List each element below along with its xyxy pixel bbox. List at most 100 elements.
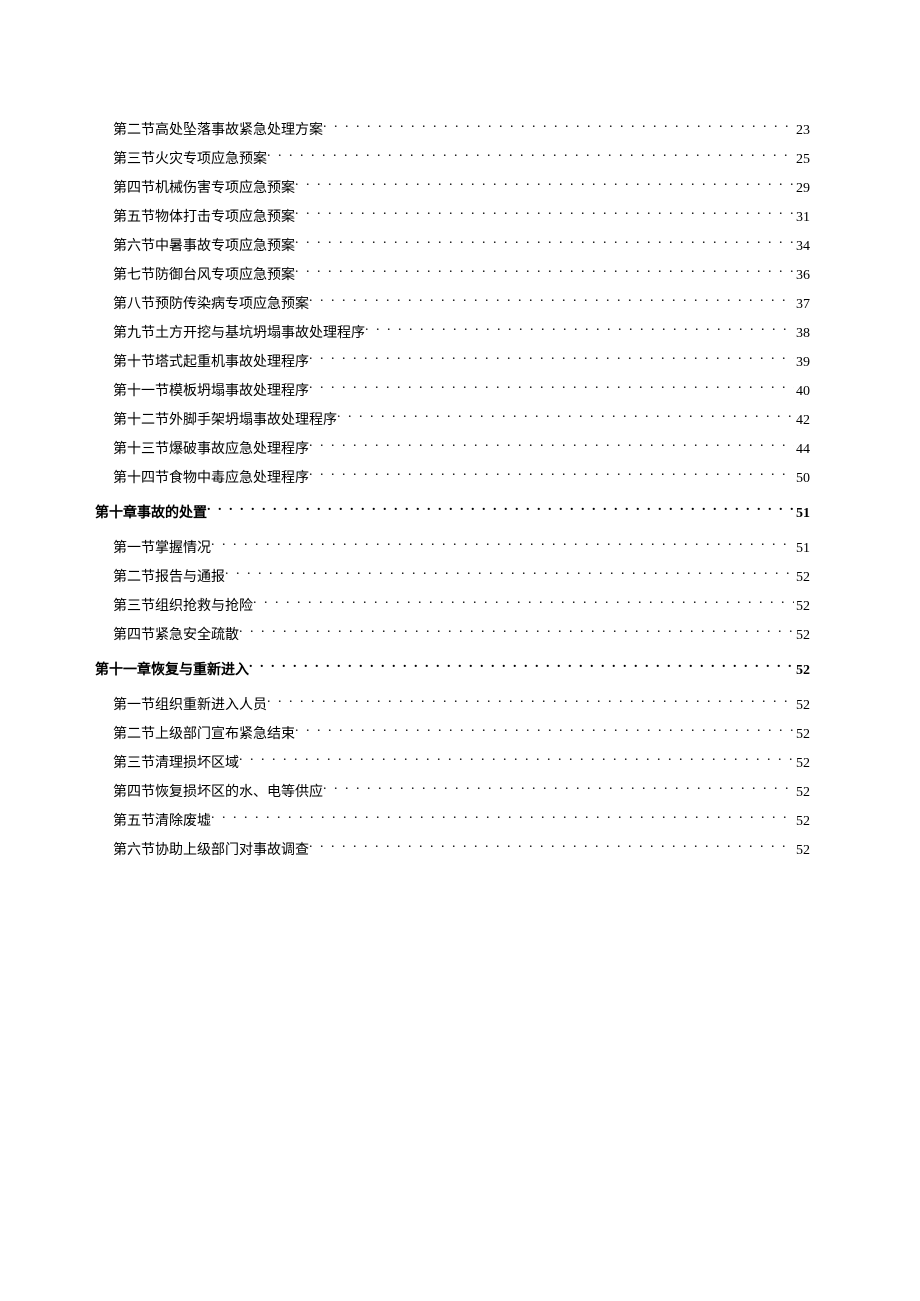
toc-entry-page: 44 [794, 439, 810, 460]
toc-entry-title: 第十一章恢复与重新进入 [95, 660, 249, 681]
document-page: 第二节高处坠落事故紧急处理方案 23 第三节火灾专项应急预案 25 第四节机械伤害专项应… [0, 0, 920, 861]
toc-entry-title: 第九节土方开挖与基坑坍塌事故处理程序 [113, 323, 365, 344]
toc-section-entry: 第四节机械伤害专项应急预案 29 [95, 178, 810, 199]
toc-section-entry: 第二节报告与通报 52 [95, 567, 810, 588]
toc-leader-dots [295, 724, 794, 738]
toc-section-entry: 第九节土方开挖与基坑坍塌事故处理程序 38 [95, 323, 810, 344]
toc-entry-title: 第五节清除废墟 [113, 811, 211, 832]
toc-entry-page: 38 [794, 323, 810, 344]
toc-section-entry: 第十一节模板坍塌事故处理程序 40 [95, 381, 810, 402]
toc-entry-page: 31 [794, 207, 810, 228]
toc-entry-page: 52 [794, 840, 810, 861]
toc-entry-title: 第六节中暑事故专项应急预案 [113, 236, 295, 257]
toc-leader-dots [267, 149, 794, 163]
toc-section-entry: 第二节高处坠落事故紧急处理方案 23 [95, 120, 810, 141]
toc-leader-dots [365, 323, 794, 337]
toc-entry-title: 第二节高处坠落事故紧急处理方案 [113, 120, 323, 141]
toc-entry-page: 50 [794, 468, 810, 489]
toc-leader-dots [309, 294, 794, 308]
toc-entry-page: 25 [794, 149, 810, 170]
toc-entry-title: 第八节预防传染病专项应急预案 [113, 294, 309, 315]
toc-leader-dots [323, 782, 794, 796]
toc-section-entry: 第八节预防传染病专项应急预案 37 [95, 294, 810, 315]
toc-entry-title: 第十章事故的处置 [95, 503, 207, 524]
toc-entry-title: 第十二节外脚手架坍塌事故处理程序 [113, 410, 337, 431]
toc-leader-dots [295, 265, 794, 279]
table-of-contents: 第二节高处坠落事故紧急处理方案 23 第三节火灾专项应急预案 25 第四节机械伤害专项应… [95, 120, 810, 861]
toc-leader-dots [239, 625, 794, 639]
toc-section-entry: 第七节防御台风专项应急预案 36 [95, 265, 810, 286]
toc-entry-page: 37 [794, 294, 810, 315]
toc-entry-page: 52 [794, 782, 810, 803]
toc-section-entry: 第三节清理损坏区域 52 [95, 753, 810, 774]
toc-section-entry: 第十四节食物中毒应急处理程序 50 [95, 468, 810, 489]
toc-entry-title: 第四节恢复损坏区的水、电等供应 [113, 782, 323, 803]
toc-entry-page: 52 [794, 596, 810, 617]
toc-entry-title: 第十一节模板坍塌事故处理程序 [113, 381, 309, 402]
toc-entry-title: 第二节报告与通报 [113, 567, 225, 588]
toc-leader-dots [207, 503, 794, 517]
toc-entry-title: 第四节紧急安全疏散 [113, 625, 239, 646]
toc-entry-page: 51 [794, 503, 810, 524]
toc-section-entry: 第一节掌握情况 51 [95, 538, 810, 559]
toc-entry-title: 第一节掌握情况 [113, 538, 211, 559]
toc-entry-title: 第十四节食物中毒应急处理程序 [113, 468, 309, 489]
toc-leader-dots [211, 811, 794, 825]
toc-entry-page: 52 [794, 660, 810, 681]
toc-entry-title: 第三节火灾专项应急预案 [113, 149, 267, 170]
toc-leader-dots [309, 352, 794, 366]
toc-entry-title: 第四节机械伤害专项应急预案 [113, 178, 295, 199]
toc-entry-page: 34 [794, 236, 810, 257]
toc-entry-title: 第二节上级部门宣布紧急结束 [113, 724, 295, 745]
toc-leader-dots [309, 840, 794, 854]
toc-entry-page: 52 [794, 567, 810, 588]
toc-section-entry: 第十节塔式起重机事故处理程序 39 [95, 352, 810, 373]
toc-entry-page: 51 [794, 538, 810, 559]
toc-section-entry: 第十二节外脚手架坍塌事故处理程序 42 [95, 410, 810, 431]
toc-section-entry: 第五节清除废墟 52 [95, 811, 810, 832]
toc-entry-title: 第一节组织重新进入人员 [113, 695, 267, 716]
toc-section-entry: 第六节协助上级部门对事故调查 52 [95, 840, 810, 861]
toc-leader-dots [239, 753, 794, 767]
toc-leader-dots [295, 178, 794, 192]
toc-entry-title: 第十三节爆破事故应急处理程序 [113, 439, 309, 460]
toc-entry-page: 52 [794, 724, 810, 745]
toc-entry-page: 42 [794, 410, 810, 431]
toc-section-entry: 第四节恢复损坏区的水、电等供应 52 [95, 782, 810, 803]
toc-entry-page: 23 [794, 120, 810, 141]
toc-entry-title: 第十节塔式起重机事故处理程序 [113, 352, 309, 373]
toc-leader-dots [253, 596, 794, 610]
toc-section-entry: 第四节紧急安全疏散 52 [95, 625, 810, 646]
toc-entry-page: 52 [794, 625, 810, 646]
toc-section-entry: 第三节组织抢救与抢险 52 [95, 596, 810, 617]
toc-leader-dots [225, 567, 794, 581]
toc-section-entry: 第六节中暑事故专项应急预案 34 [95, 236, 810, 257]
toc-entry-title: 第七节防御台风专项应急预案 [113, 265, 295, 286]
toc-leader-dots [295, 207, 794, 221]
toc-chapter-entry: 第十一章恢复与重新进入 52 [95, 660, 810, 681]
toc-section-entry: 第二节上级部门宣布紧急结束 52 [95, 724, 810, 745]
toc-leader-dots [323, 120, 794, 134]
toc-leader-dots [337, 410, 794, 424]
toc-leader-dots [309, 468, 794, 482]
toc-entry-title: 第三节清理损坏区域 [113, 753, 239, 774]
toc-entry-page: 29 [794, 178, 810, 199]
toc-entry-page: 36 [794, 265, 810, 286]
toc-entry-title: 第六节协助上级部门对事故调查 [113, 840, 309, 861]
toc-entry-title: 第三节组织抢救与抢险 [113, 596, 253, 617]
toc-section-entry: 第三节火灾专项应急预案 25 [95, 149, 810, 170]
toc-entry-page: 52 [794, 811, 810, 832]
toc-section-entry: 第五节物体打击专项应急预案 31 [95, 207, 810, 228]
toc-entry-page: 52 [794, 753, 810, 774]
toc-leader-dots [309, 381, 794, 395]
toc-entry-title: 第五节物体打击专项应急预案 [113, 207, 295, 228]
toc-section-entry: 第十三节爆破事故应急处理程序 44 [95, 439, 810, 460]
toc-leader-dots [249, 660, 794, 674]
toc-leader-dots [309, 439, 794, 453]
toc-leader-dots [295, 236, 794, 250]
toc-chapter-entry: 第十章事故的处置 51 [95, 503, 810, 524]
toc-entry-page: 39 [794, 352, 810, 373]
toc-section-entry: 第一节组织重新进入人员52 [95, 695, 810, 716]
toc-leader-dots [267, 695, 794, 709]
toc-entry-page: 40 [794, 381, 810, 402]
